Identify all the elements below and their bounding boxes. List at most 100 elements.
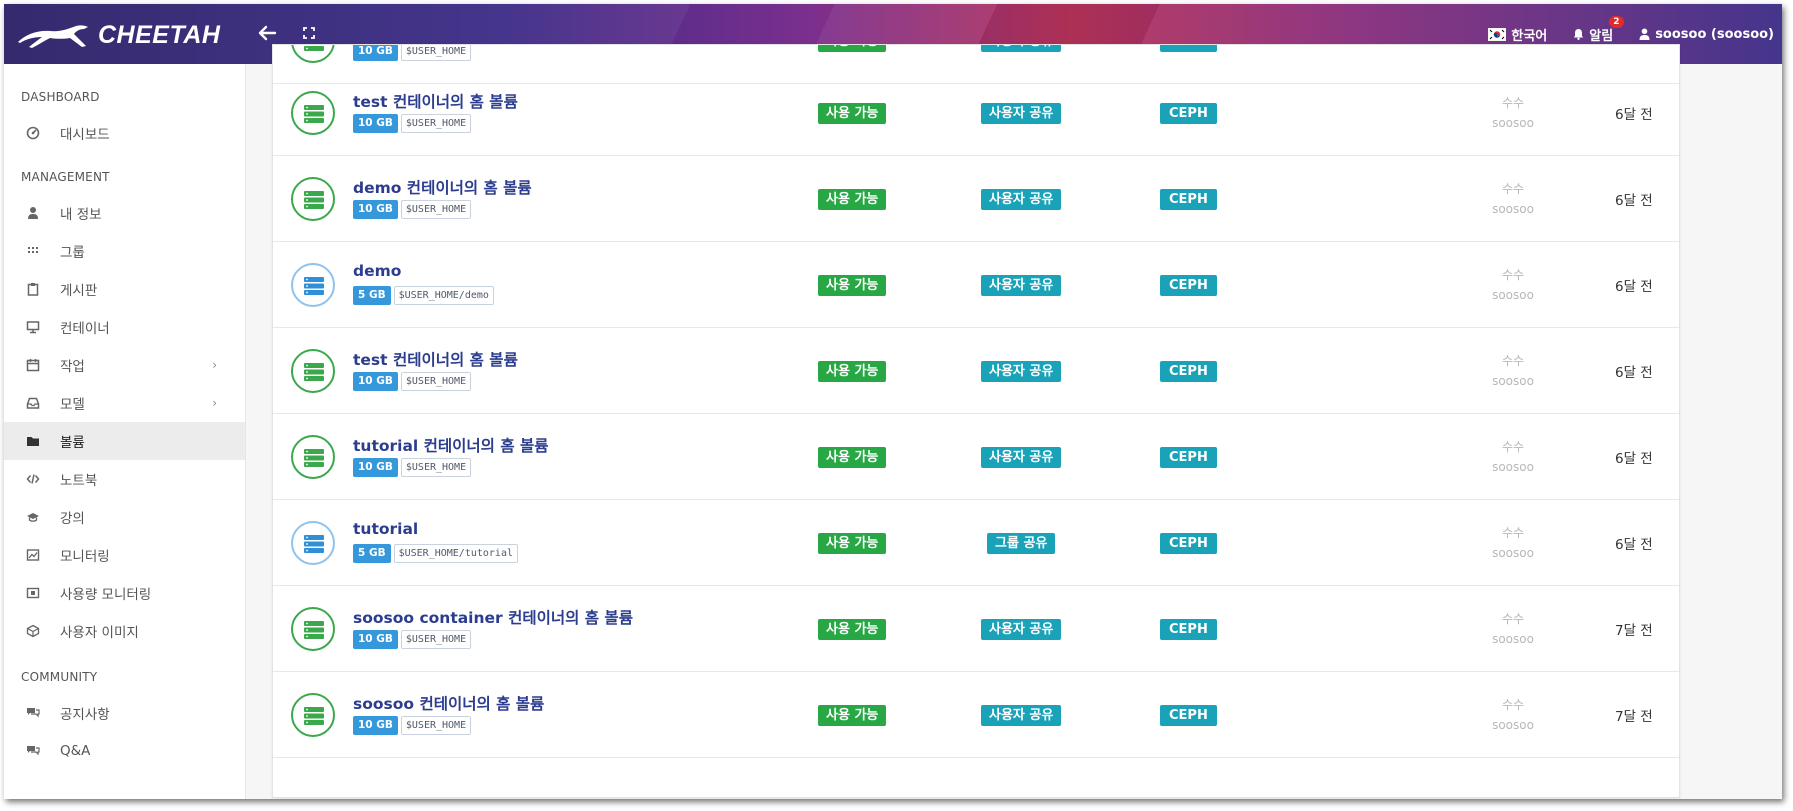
filesystem-badge: CEPH bbox=[1160, 275, 1217, 296]
sidebar-section-community: COMMUNITY bbox=[21, 670, 98, 684]
volume-meta: 10 GB $USER_HOME bbox=[353, 114, 472, 133]
created-age: 6달 전 bbox=[1615, 193, 1653, 209]
sidebar-item-lecture[interactable]: 강의 bbox=[4, 498, 245, 536]
sidebar-item-model[interactable]: 모델 › bbox=[4, 384, 245, 422]
folder-icon bbox=[27, 437, 39, 446]
table-row[interactable]: test 컨테이너의 홈 볼륨 10 GB $USER_HOME 사용 가능 사… bbox=[273, 328, 1679, 414]
path-badge: $USER_HOME/demo bbox=[393, 286, 494, 305]
filesystem-badge: CEPH bbox=[1160, 189, 1217, 210]
sidebar-item-container[interactable]: 컨테이너 bbox=[4, 308, 245, 346]
sidebar-item-user-image[interactable]: 사용자 이미지 bbox=[4, 612, 245, 650]
table-row[interactable]: demo 컨테이너의 홈 볼륨 10 GB $USER_HOME 사용 가능 사… bbox=[273, 156, 1679, 242]
sidebar-item-label: 컨테이너 bbox=[60, 321, 110, 337]
volume-name-link[interactable]: test 컨테이너의 홈 볼륨 bbox=[353, 348, 518, 370]
sidebar-item-volume[interactable]: 볼륨 bbox=[4, 422, 245, 460]
share-badge: 사용자 공유 bbox=[981, 103, 1062, 124]
path-badge: $USER_HOME bbox=[400, 716, 472, 735]
path-badge: $USER_HOME bbox=[400, 114, 472, 133]
sidebar-item-notice[interactable]: 공지사항 bbox=[4, 694, 245, 732]
created-age: 6달 전 bbox=[1615, 279, 1653, 295]
usage-icon bbox=[26, 587, 40, 599]
created-age: 6달 전 bbox=[1615, 451, 1653, 467]
owner-id: soosoo bbox=[1492, 116, 1534, 130]
path-badge: $USER_HOME bbox=[400, 45, 472, 61]
chat-icon bbox=[27, 708, 40, 718]
alerts-button[interactable]: 알림 2 bbox=[1573, 15, 1624, 44]
language-selector[interactable]: 한국어 bbox=[1488, 25, 1547, 44]
volume-name-link[interactable]: test 컨테이너의 홈 볼륨 bbox=[353, 90, 518, 112]
size-badge: 10 GB bbox=[353, 630, 398, 649]
logo-text: CHEETAH bbox=[98, 20, 221, 49]
bell-icon bbox=[1574, 29, 1584, 40]
size-badge: 10 GB bbox=[353, 200, 398, 219]
table-row[interactable]: soosoo container 컨테이너의 홈 볼륨 10 GB $USER_… bbox=[273, 586, 1679, 672]
sidebar-item-label: 대시보드 bbox=[60, 127, 110, 143]
path-badge: $USER_HOME bbox=[400, 630, 472, 649]
chevron-right-icon: › bbox=[212, 396, 217, 410]
user-label: soosoo (soosoo) bbox=[1655, 26, 1774, 42]
server-icon bbox=[304, 621, 324, 639]
table-row[interactable]: soosoo 컨테이너의 홈 볼륨 10 GB $USER_HOME 사용 가능… bbox=[273, 672, 1679, 758]
owner-name: 수수 bbox=[1501, 526, 1525, 540]
created-age: 6달 전 bbox=[1615, 537, 1653, 553]
language-label: 한국어 bbox=[1511, 28, 1548, 44]
sidebar-item-dashboard[interactable]: 대시보드 bbox=[4, 114, 245, 152]
created-age: 7달 전 bbox=[1615, 709, 1653, 725]
group-icon bbox=[28, 247, 38, 253]
volume-server-icon bbox=[291, 177, 335, 221]
user-icon bbox=[1639, 28, 1650, 40]
share-badge: 사용자 공유 bbox=[981, 45, 1062, 52]
clipboard-icon bbox=[27, 283, 39, 296]
user-menu[interactable]: soosoo (soosoo) bbox=[1639, 27, 1774, 42]
volume-name-link[interactable]: soosoo container 컨테이너의 홈 볼륨 bbox=[353, 606, 633, 628]
app-window: CHEETAH 한국어 알림 2 soosoo (soosoo) DASHBOA… bbox=[4, 4, 1782, 799]
volume-name-link[interactable]: demo bbox=[353, 262, 401, 280]
volume-name-link[interactable]: demo 컨테이너의 홈 볼륨 bbox=[353, 176, 532, 198]
volume-server-icon bbox=[291, 607, 335, 651]
share-badge: 그룹 공유 bbox=[987, 533, 1056, 554]
sidebar-item-usage-monitoring[interactable]: 사용량 모니터링 bbox=[4, 574, 245, 612]
sidebar-item-board[interactable]: 게시판 bbox=[4, 270, 245, 308]
sidebar-item-monitoring[interactable]: 모니터링 bbox=[4, 536, 245, 574]
owner-name: 수수 bbox=[1501, 354, 1525, 368]
logo[interactable]: CHEETAH bbox=[16, 18, 220, 52]
filesystem-badge: CEPH bbox=[1160, 447, 1217, 468]
table-row[interactable]: tutorial 컨테이너의 홈 볼륨 10 GB $USER_HOME 사용 … bbox=[273, 414, 1679, 500]
status-badge: 사용 가능 bbox=[818, 361, 887, 382]
volume-name-link[interactable]: soosoo 컨테이너의 홈 볼륨 bbox=[353, 692, 544, 714]
table-row[interactable]: tutorial 5 GB $USER_HOME/tutorial 사용 가능 … bbox=[273, 500, 1679, 586]
volume-name-link[interactable]: tutorial bbox=[353, 520, 418, 538]
volume-server-icon bbox=[291, 45, 335, 63]
status-badge: 사용 가능 bbox=[818, 275, 887, 296]
sidebar-item-label: 노트북 bbox=[60, 473, 98, 489]
sidebar-item-notebook[interactable]: 노트북 bbox=[4, 460, 245, 498]
server-icon bbox=[304, 707, 324, 725]
arrow-left-icon[interactable] bbox=[256, 22, 278, 44]
size-badge: 10 GB bbox=[353, 114, 398, 133]
filesystem-badge: CEPH bbox=[1160, 45, 1217, 52]
owner-name: 수수 bbox=[1501, 612, 1525, 626]
sidebar: DASHBOARD 대시보드 MANAGEMENT 내 정보 그룹 게시판 컨테… bbox=[4, 64, 246, 799]
volume-server-icon bbox=[291, 435, 335, 479]
table-row[interactable]: demo 5 GB $USER_HOME/demo 사용 가능 사용자 공유 C… bbox=[273, 242, 1679, 328]
path-badge: $USER_HOME bbox=[400, 200, 472, 219]
chart-icon bbox=[26, 549, 40, 561]
sidebar-item-job[interactable]: 작업 › bbox=[4, 346, 245, 384]
created-age: 6달 전 bbox=[1615, 107, 1653, 123]
expand-icon[interactable] bbox=[303, 27, 315, 39]
created-age: 6달 전 bbox=[1615, 365, 1653, 381]
sidebar-item-label: 작업 bbox=[60, 359, 85, 375]
size-badge: 5 GB bbox=[353, 544, 391, 563]
table-row[interactable]: test 컨테이너의 홈 볼륨 10 GB $USER_HOME 사용 가능 사… bbox=[273, 70, 1679, 156]
sidebar-item-label: 내 정보 bbox=[60, 207, 102, 223]
korea-flag-icon bbox=[1488, 27, 1507, 41]
alerts-count-badge: 2 bbox=[1609, 15, 1624, 28]
share-badge: 사용자 공유 bbox=[981, 275, 1062, 296]
volume-name-link[interactable]: tutorial 컨테이너의 홈 볼륨 bbox=[353, 434, 549, 456]
sidebar-item-my-info[interactable]: 내 정보 bbox=[4, 194, 245, 232]
owner-id: soosoo bbox=[1492, 632, 1534, 646]
sidebar-item-label: 볼륨 bbox=[60, 435, 85, 451]
sidebar-item-group[interactable]: 그룹 bbox=[4, 232, 245, 270]
volume-server-icon bbox=[291, 349, 335, 393]
sidebar-item-qna[interactable]: Q&A bbox=[4, 732, 245, 770]
